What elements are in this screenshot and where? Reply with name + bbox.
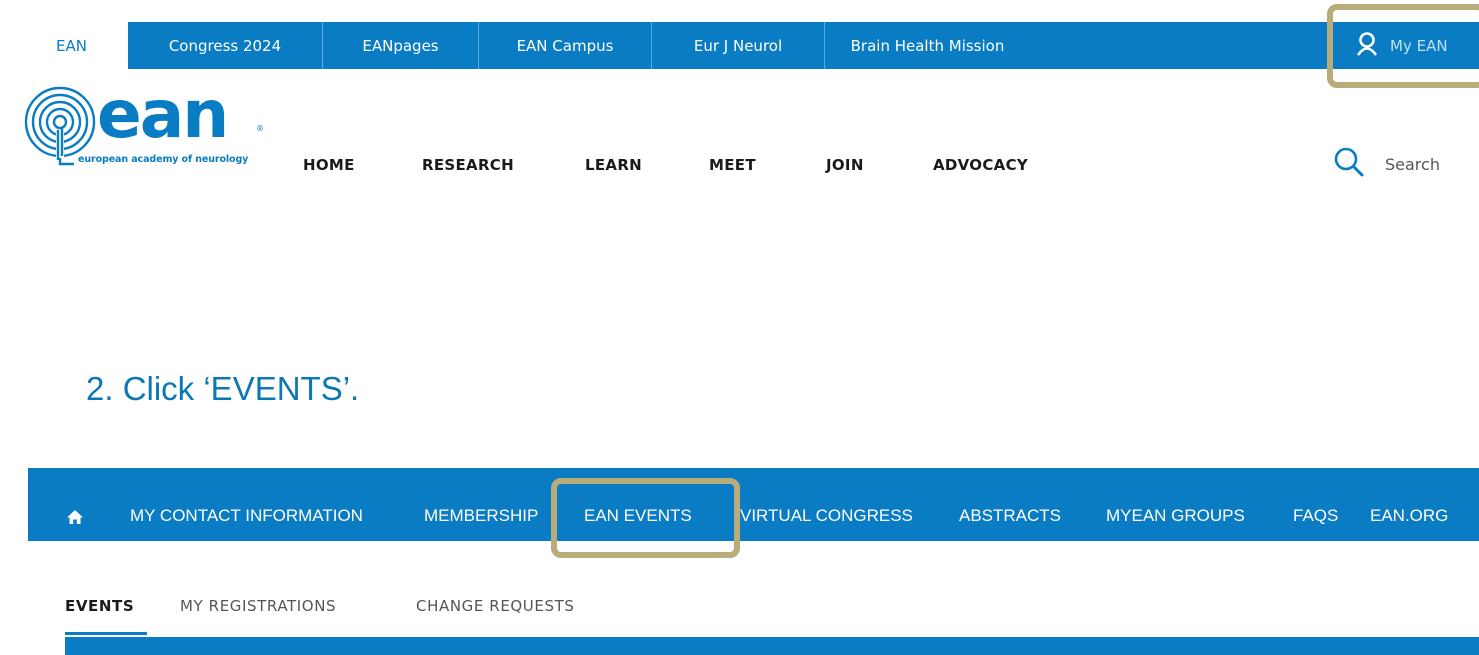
tab-eur-j-neurol[interactable]: Eur J Neurol (652, 22, 825, 69)
highlight-ean-events (551, 478, 740, 558)
nav-home[interactable]: HOME (303, 156, 355, 174)
tab-congress-2024[interactable]: Congress 2024 (128, 22, 323, 69)
highlight-my-ean (1327, 4, 1479, 88)
subtab-change-requests[interactable]: CHANGE REQUESTS (416, 597, 574, 615)
top-site-bar: EAN Congress 2024 EANpages EAN Campus Eu… (15, 22, 1479, 69)
tab-eanpages[interactable]: EANpages (323, 22, 479, 69)
nav-myean-groups[interactable]: MYEAN GROUPS (1106, 506, 1245, 526)
instruction-step: 2. Click ‘EVENTS’. (86, 370, 360, 407)
nav-my-contact-information[interactable]: MY CONTACT INFORMATION (130, 506, 363, 526)
search-label: Search (1385, 154, 1440, 174)
logo-registered-mark: ® (256, 124, 264, 133)
subtab-events[interactable]: EVENTS (65, 597, 134, 615)
nav-research[interactable]: RESEARCH (422, 156, 514, 174)
tab-ean[interactable]: EAN (15, 22, 128, 69)
nav-membership[interactable]: MEMBERSHIP (424, 506, 550, 526)
tab-brain-health-mission[interactable]: Brain Health Mission (825, 22, 1030, 69)
nav-advocacy[interactable]: ADVOCACY (933, 156, 1028, 174)
nav-ean-org[interactable]: EAN.ORG (1370, 506, 1448, 526)
nav-join[interactable]: JOIN (826, 156, 864, 174)
nav-faqs[interactable]: FAQS (1293, 506, 1338, 526)
tab-ean-campus[interactable]: EAN Campus (479, 22, 652, 69)
nav-virtual-congress[interactable]: VIRTUAL CONGRESS (740, 506, 913, 526)
nav-meet[interactable]: MEET (709, 156, 756, 174)
search-button[interactable]: Search (1333, 146, 1440, 182)
search-icon (1333, 146, 1365, 182)
nav-learn[interactable]: LEARN (585, 156, 642, 174)
logo-wordmark: ean (97, 76, 229, 153)
subtab-my-registrations[interactable]: MY REGISTRATIONS (180, 597, 336, 615)
content-header-bar (65, 637, 1479, 655)
nav-abstracts[interactable]: ABSTRACTS (959, 506, 1061, 526)
logo-tagline: european academy of neurology (78, 154, 249, 165)
active-subtab-indicator (65, 632, 147, 635)
